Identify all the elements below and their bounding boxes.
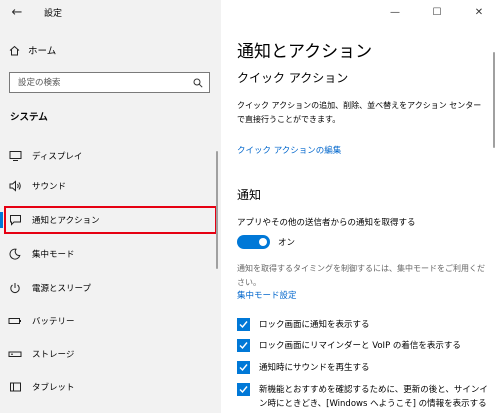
edit-quick-actions-link[interactable]: クイック アクションの編集 (237, 144, 341, 156)
sidebar-item-storage[interactable]: ストレージ (0, 343, 221, 365)
quick-actions-description: クイック アクションの追加、削除、並べ替えをアクション センターで直接行うことが… (237, 101, 482, 124)
checkmark-icon (239, 386, 248, 394)
maximize-button[interactable]: ☐ (416, 0, 458, 24)
minimize-button[interactable]: — (374, 0, 416, 24)
checkmark-icon (239, 342, 248, 350)
notifications-heading: 通知 (237, 188, 262, 202)
checkbox-row-lock-screen-reminders: ロック画面にリマインダーと VoIP の着信を表示する (237, 339, 489, 353)
sidebar-item-label: 電源とスリープ (32, 284, 91, 294)
checkmark-icon (239, 321, 248, 329)
toggle-knob (259, 238, 267, 246)
checkbox-welcome-experience[interactable] (237, 383, 250, 396)
moon-icon (8, 247, 22, 261)
main-scrollbar[interactable] (493, 52, 495, 148)
close-icon: ✕ (474, 6, 484, 18)
checkbox-row-lock-screen-notifications: ロック画面に通知を表示する (237, 318, 489, 332)
maximize-icon: ☐ (432, 6, 442, 18)
sidebar-item-label: ディスプレイ (32, 152, 83, 162)
sidebar-item-display[interactable]: ディスプレイ (0, 145, 221, 167)
sidebar-item-power-sleep[interactable]: 電源とスリープ (0, 277, 221, 299)
sidebar-item-label: サウンド (32, 182, 67, 192)
home-link[interactable]: ホーム (8, 41, 56, 59)
checkbox-label: ロック画面に通知を表示する (259, 320, 370, 330)
title-bar: ← 設定 — ☐ ✕ (0, 0, 500, 26)
sidebar-item-label: バッテリー (32, 317, 75, 327)
minimize-icon: — (390, 6, 400, 18)
checkbox-label: 新機能とおすすめを確認するために、更新の後と、サインイン時にときどき、[Wind… (259, 385, 488, 409)
checkbox-lock-screen-reminders[interactable] (237, 339, 250, 352)
display-icon (8, 149, 22, 163)
focus-assist-settings-link[interactable]: 集中モード設定 (237, 289, 297, 301)
checkbox-label: ロック画面にリマインダーと VoIP の着信を表示する (259, 341, 461, 351)
speaker-icon (8, 179, 22, 193)
search-box (9, 72, 210, 93)
checkbox-label: 通知時にサウンドを再生する (259, 363, 370, 373)
section-label-system: システム (10, 112, 48, 123)
get-notifications-label: アプリやその他の送信者からの通知を取得する (237, 218, 416, 228)
toggle-state-label: オン (278, 238, 296, 248)
home-icon (8, 45, 20, 56)
sidebar-item-focus-assist[interactable]: 集中モード (0, 243, 221, 265)
selection-highlight-box (4, 206, 217, 234)
focus-assist-hint: 通知を取得するタイミングを制御するには、集中モードをご利用ください。 (237, 264, 485, 287)
sidebar-item-battery[interactable]: バッテリー (0, 310, 221, 332)
storage-icon (8, 347, 22, 361)
checkbox-row-play-sound: 通知時にサウンドを再生する (237, 361, 489, 375)
search-input[interactable] (10, 73, 190, 92)
sidebar-item-label: タブレット (32, 383, 75, 393)
checkmark-icon (239, 364, 248, 372)
home-label: ホーム (28, 46, 57, 57)
checkbox-play-sound[interactable] (237, 361, 250, 374)
page-title: 通知とアクション (237, 42, 373, 62)
notifications-toggle-row: オン (237, 235, 295, 249)
search-icon[interactable] (190, 78, 206, 88)
battery-icon (8, 314, 22, 328)
back-arrow-icon: ← (11, 4, 23, 20)
window-title: 設定 (44, 9, 63, 19)
close-button[interactable]: ✕ (458, 0, 500, 24)
sidebar-item-sound[interactable]: サウンド (0, 175, 221, 197)
sidebar-item-label: ストレージ (32, 350, 75, 360)
window-controls: — ☐ ✕ (374, 0, 500, 24)
sidebar-scrollbar[interactable] (216, 151, 218, 269)
quick-actions-heading: クイック アクション (237, 71, 349, 85)
tablet-icon (8, 380, 22, 394)
sidebar-item-tablet[interactable]: タブレット (0, 376, 221, 398)
checkbox-row-welcome-experience: 新機能とおすすめを確認するために、更新の後と、サインイン時にときどき、[Wind… (237, 383, 489, 411)
back-button[interactable]: ← (6, 2, 28, 22)
notifications-toggle[interactable] (237, 235, 270, 249)
sidebar-item-label: 集中モード (32, 250, 75, 260)
checkbox-lock-screen-notifications[interactable] (237, 318, 250, 331)
power-icon (8, 281, 22, 295)
